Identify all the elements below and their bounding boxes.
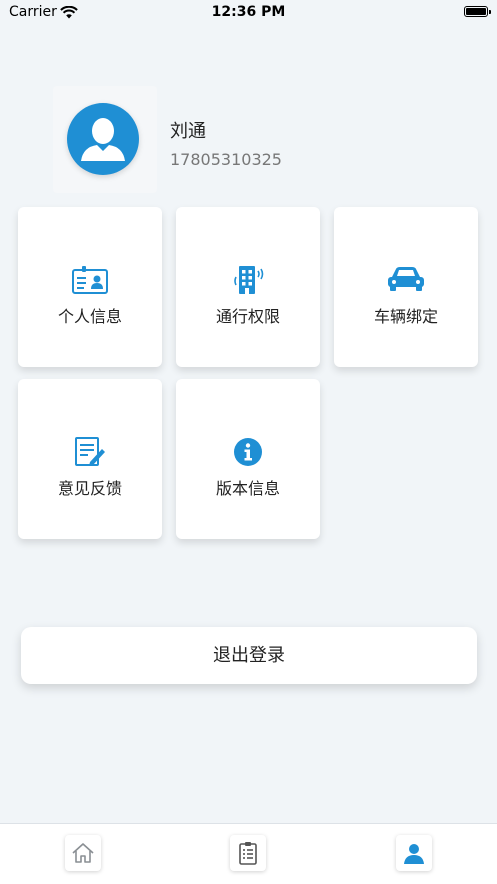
- battery-icon: [464, 6, 491, 17]
- user-phone: 17805310325: [170, 150, 282, 169]
- id-card-icon: [72, 265, 108, 299]
- menu-tile-vehicle-binding[interactable]: 车辆绑定: [334, 207, 478, 367]
- menu-tile-version-info[interactable]: 版本信息: [176, 379, 320, 539]
- menu-tile-label: 意见反馈: [57, 479, 122, 498]
- user-silhouette-icon: [81, 118, 125, 161]
- profile-avatar-area[interactable]: [53, 86, 157, 193]
- feedback-edit-icon: [74, 437, 106, 471]
- tab-profile[interactable]: [396, 835, 432, 871]
- menu-tile-label: 版本信息: [215, 479, 280, 498]
- car-icon: [386, 265, 426, 297]
- menu-tile-label: 通行权限: [215, 307, 280, 326]
- menu-tile-feedback[interactable]: 意见反馈: [18, 379, 162, 539]
- user-name: 刘通: [170, 121, 206, 142]
- menu-tile-access-permission[interactable]: 通行权限: [176, 207, 320, 367]
- menu-tile-label: 车辆绑定: [373, 307, 438, 326]
- status-bar: Carrier 12:36 PM: [0, 0, 497, 26]
- building-access-icon: [232, 265, 264, 299]
- logout-button[interactable]: 退出登录: [21, 627, 477, 684]
- tab-home[interactable]: [65, 835, 101, 871]
- status-time: 12:36 PM: [211, 4, 286, 20]
- menu-tile-personal-info[interactable]: 个人信息: [18, 207, 162, 367]
- menu-tile-label: 个人信息: [57, 307, 122, 326]
- info-icon: [233, 437, 263, 471]
- tab-records[interactable]: [230, 835, 266, 871]
- avatar[interactable]: [67, 103, 139, 175]
- tab-bar: [0, 823, 497, 884]
